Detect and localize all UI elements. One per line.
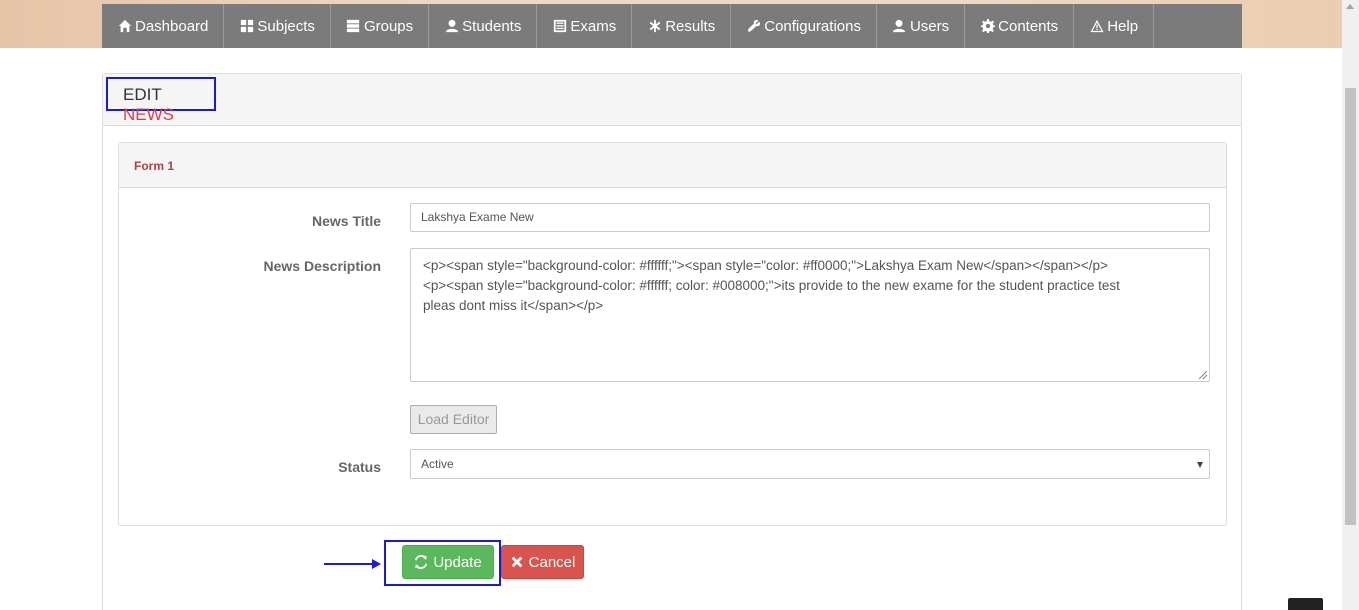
news-title-label: News Title <box>312 213 381 229</box>
status-label: Status <box>338 459 381 475</box>
edit-news-panel: EDIT NEWS Form 1 News Title Lakshya Exam… <box>102 73 1242 610</box>
scroll-up-arrow-icon[interactable] <box>1346 4 1354 9</box>
form-heading: Form 1 <box>119 143 1226 188</box>
server-icon <box>346 19 361 34</box>
refresh-icon <box>415 555 428 569</box>
nav-users-label: Users <box>909 17 950 35</box>
nav-results-label: Results <box>665 17 716 35</box>
edit-news-panel-header <box>103 74 1241 126</box>
cancel-button-label: Cancel <box>528 553 576 571</box>
resize-handle-icon[interactable] <box>1199 371 1207 379</box>
nav-configurations-label: Configurations <box>764 17 861 35</box>
asterisk-icon <box>647 19 662 34</box>
news-description-line: pleas dont miss it</span></p> <box>423 298 604 313</box>
news-description-line: <p><span style="background-color: #fffff… <box>423 278 1120 293</box>
wrench-icon <box>746 19 761 34</box>
status-select[interactable]: Active <box>410 449 1210 479</box>
nav-contents-label: Contents <box>998 17 1059 35</box>
user-icon <box>444 19 459 34</box>
nav-students[interactable]: Students <box>429 4 538 48</box>
news-title-input[interactable]: Lakshya Exame New <box>410 203 1210 232</box>
page-title-highlight: NEWS <box>123 105 174 124</box>
annotation-arrow-icon <box>324 559 381 569</box>
news-description-label: News Description <box>263 258 381 274</box>
main-navbar: Dashboard Subjects Groups Students Exams… <box>102 4 1242 48</box>
status-selected-value: Active <box>421 457 454 471</box>
chevron-down-icon <box>1197 462 1203 468</box>
load-editor-button[interactable]: Load Editor <box>410 405 497 434</box>
cancel-button[interactable]: Cancel <box>501 545 584 579</box>
nav-contents[interactable]: Contents <box>965 4 1075 48</box>
nav-help-label: Help <box>1107 17 1139 35</box>
nav-exams[interactable]: Exams <box>537 4 633 48</box>
news-description-textarea[interactable]: <p><span style="background-color: #fffff… <box>410 248 1210 382</box>
gear-icon <box>980 19 995 34</box>
nav-exams-label: Exams <box>570 17 617 35</box>
update-button-label: Update <box>433 553 482 571</box>
news-description-line: <p><span style="background-color: #fffff… <box>423 258 1108 273</box>
nav-help[interactable]: Help <box>1074 4 1155 48</box>
nav-users[interactable]: Users <box>877 4 966 48</box>
page-title-prefix: EDIT <box>123 85 162 104</box>
grid-icon <box>239 19 254 34</box>
home-icon <box>117 19 132 34</box>
page-scrollbar[interactable] <box>1342 0 1359 610</box>
back-to-top-button[interactable] <box>1288 598 1323 610</box>
nav-groups-label: Groups <box>363 17 414 35</box>
nav-results[interactable]: Results <box>632 4 732 48</box>
nav-dashboard-label: Dashboard <box>135 17 209 35</box>
list-icon <box>552 19 567 34</box>
form-panel: Form 1 News Title Lakshya Exame New News… <box>118 142 1227 526</box>
nav-subjects-label: Subjects <box>257 17 315 35</box>
nav-dashboard[interactable]: Dashboard <box>102 4 225 48</box>
update-button[interactable]: Update <box>402 545 494 579</box>
warning-icon <box>1089 19 1104 34</box>
nav-groups[interactable]: Groups <box>331 4 430 48</box>
page-title: EDIT NEWS <box>106 77 216 124</box>
user-icon <box>892 19 907 34</box>
scroll-thumb[interactable] <box>1345 88 1356 525</box>
close-icon <box>511 556 523 568</box>
nav-subjects[interactable]: Subjects <box>224 4 331 48</box>
nav-students-label: Students <box>462 17 522 35</box>
nav-configurations[interactable]: Configurations <box>731 4 877 48</box>
